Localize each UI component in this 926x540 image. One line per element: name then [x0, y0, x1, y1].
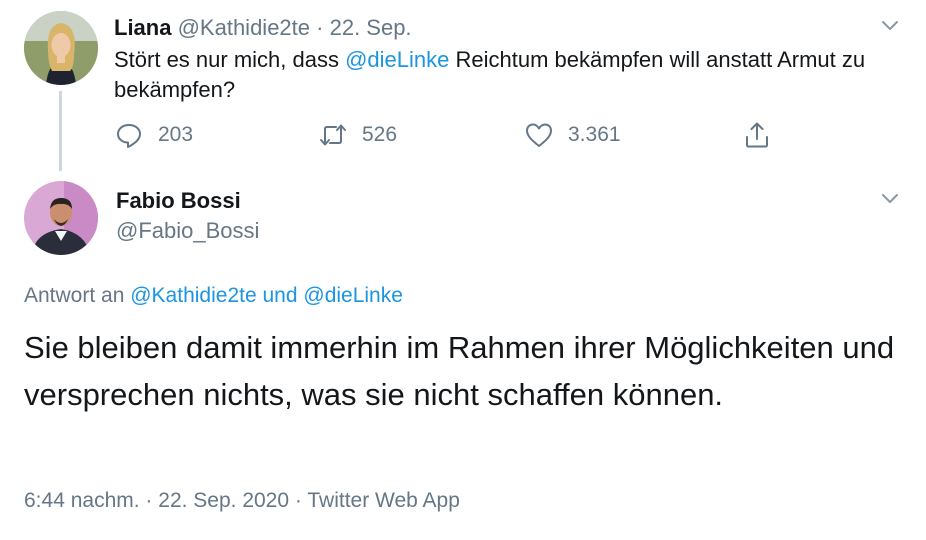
tweet-date[interactable]: 22. Sep.: [330, 15, 412, 40]
tweet-text-start: Stört es nur mich, dass: [114, 47, 346, 72]
reply-author-handle[interactable]: @Fabio_Bossi: [116, 217, 259, 245]
tweet-actions: 203 526 3.361: [114, 118, 794, 152]
tweet-time[interactable]: 6:44 nachm.: [24, 489, 140, 512]
like-button[interactable]: 3.361: [524, 118, 621, 152]
reply-tweet-text: Sie bleiben damit immerhin im Rahmen ihr…: [24, 330, 895, 412]
like-count: 3.361: [568, 123, 621, 146]
tweet-text: Stört es nur mich, dass @dieLinke Reicht…: [114, 45, 904, 105]
tweet-full-date[interactable]: 22. Sep. 2020: [158, 489, 289, 512]
reply-mention-dielinke[interactable]: @dieLinke: [303, 284, 403, 307]
retweet-button[interactable]: 526: [318, 118, 397, 152]
avatar-fabio-bossi[interactable]: [24, 181, 98, 255]
reply-count: 203: [158, 123, 194, 146]
tweet-source[interactable]: Twitter Web App: [307, 489, 460, 512]
author-name[interactable]: Liana: [114, 15, 171, 40]
replying-to-label: Antwort an: [24, 284, 125, 307]
reply-button[interactable]: 203: [114, 118, 193, 152]
share-icon: [746, 122, 768, 148]
retweet-icon: [320, 124, 346, 146]
tweet-menu-button[interactable]: [879, 14, 901, 36]
chevron-down-icon: [882, 194, 898, 203]
meta-separator: ·: [145, 489, 153, 512]
reply-icon: [117, 124, 141, 148]
meta-separator: ·: [294, 489, 302, 512]
mention-link[interactable]: @dieLinke: [345, 47, 449, 72]
reply-author-name[interactable]: Fabio Bossi: [116, 187, 241, 215]
avatar-liana[interactable]: [24, 11, 98, 85]
chevron-down-icon: [882, 21, 898, 30]
heart-icon: [526, 123, 552, 147]
tweet-header: Liana @Kathidie2te · 22. Sep.: [114, 14, 412, 42]
replying-to-line: Antwort an @Kathidie2te und @dieLinke: [24, 282, 403, 310]
share-button[interactable]: [742, 118, 786, 152]
reply-menu-button[interactable]: [879, 187, 901, 209]
reply-and-word: und: [262, 284, 298, 307]
header-separator: ·: [316, 15, 324, 40]
reply-mention-kathidie2te[interactable]: @Kathidie2te: [130, 284, 256, 307]
retweet-count: 526: [362, 123, 398, 146]
author-handle[interactable]: @Kathidie2te: [178, 15, 310, 40]
thread-connector-line: [59, 91, 62, 171]
tweet-metadata: 6:44 nachm. · 22. Sep. 2020 · Twitter We…: [24, 487, 460, 515]
